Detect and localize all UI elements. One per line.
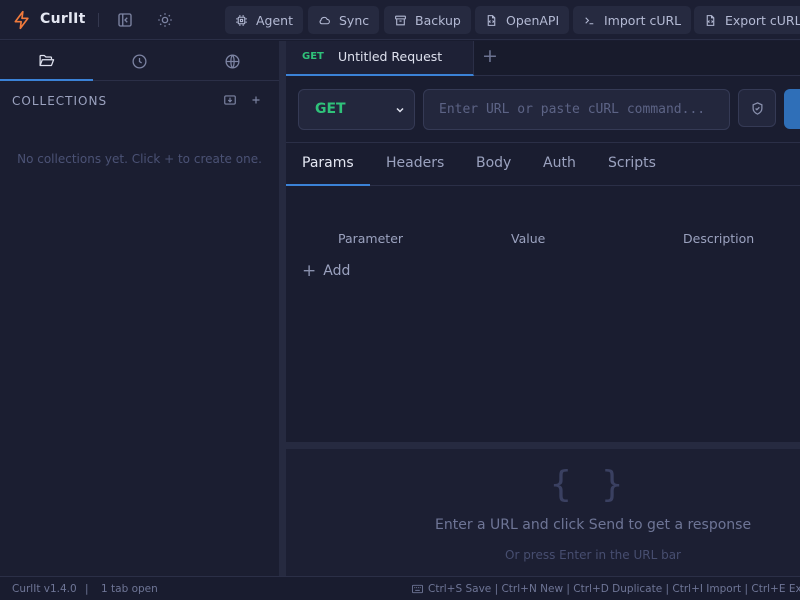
keyboard-shortcuts: Ctrl+S Save | Ctrl+N New | Ctrl+D Duplic…: [428, 583, 800, 595]
new-tab-button[interactable]: +: [482, 45, 498, 67]
agent-label: Agent: [256, 12, 293, 28]
tab-scripts[interactable]: Scripts: [608, 143, 656, 186]
sync-button[interactable]: Sync: [308, 6, 380, 34]
tab-headers[interactable]: Headers: [386, 143, 444, 186]
app-version: CurlIt v1.4.0: [12, 583, 77, 595]
theme-toggle-sun-icon[interactable]: [156, 11, 174, 29]
response-resize-handle[interactable]: [286, 442, 800, 449]
tab-body[interactable]: Body: [476, 143, 511, 186]
folder-open-icon: [39, 54, 55, 66]
terminal-icon: [585, 16, 594, 24]
export-curl-label: Export cURL: [725, 12, 800, 28]
status-separator: |: [85, 583, 89, 595]
openapi-button[interactable]: OpenAPI: [475, 6, 570, 34]
method-select-value: GET: [315, 101, 346, 117]
sidebar-tab-history[interactable]: [93, 41, 186, 81]
export-curl-button[interactable]: Export cURL: [694, 6, 800, 34]
backup-label: Backup: [415, 12, 461, 28]
file-export-icon: [706, 14, 715, 26]
add-param-label: Add: [323, 263, 351, 279]
archive-icon: [395, 15, 406, 25]
top-bar: CurlIt Agent Sync Backup OpenAPI Import …: [0, 0, 800, 40]
params-column-parameter: Parameter: [338, 231, 404, 246]
clock-icon: [132, 53, 147, 69]
request-tab[interactable]: GET Untitled Request: [286, 41, 474, 76]
plus-icon: +: [302, 261, 317, 281]
request-tab-method: GET: [302, 51, 324, 62]
app-name: CurlIt: [40, 11, 86, 27]
agent-button[interactable]: Agent: [225, 6, 303, 34]
tabs-open-count: 1 tab open: [101, 583, 158, 595]
collections-header: COLLECTIONS: [12, 94, 108, 108]
response-empty-hint: Or press Enter in the URL bar: [505, 548, 681, 562]
sidebar-tabs: [0, 41, 279, 81]
cpu-icon: [236, 14, 247, 26]
response-empty-message: Enter a URL and click Send to get a resp…: [435, 517, 752, 533]
send-button[interactable]: [784, 89, 800, 129]
sync-label: Sync: [339, 12, 370, 28]
import-curl-button[interactable]: Import cURL: [573, 6, 692, 34]
openapi-label: OpenAPI: [506, 12, 560, 28]
chevron-down-icon: [396, 107, 404, 113]
cloud-icon: [319, 16, 330, 24]
ssl-settings-button[interactable]: [738, 89, 776, 127]
import-collection-icon[interactable]: [223, 93, 237, 107]
params-column-description: Description: [683, 231, 755, 246]
add-param-button[interactable]: + Add: [302, 261, 350, 281]
method-select[interactable]: GET: [298, 89, 415, 130]
params-column-value: Value: [511, 231, 546, 246]
status-bar: CurlIt v1.4.0 | 1 tab open Ctrl+S Save |…: [0, 576, 800, 600]
sidebar-tab-collections[interactable]: [0, 41, 93, 81]
request-tab-bar: GET Untitled Request +: [286, 41, 800, 76]
sidebar-resize-handle[interactable]: [279, 41, 286, 576]
shield-icon: [752, 101, 762, 115]
braces-icon: { }: [550, 464, 628, 505]
globe-icon: [225, 53, 240, 69]
add-collection-icon[interactable]: [249, 93, 263, 107]
file-code-icon: [487, 14, 496, 26]
collapse-sidebar-icon[interactable]: [116, 11, 134, 29]
sidebar: COLLECTIONS No collections yet. Click + …: [0, 41, 279, 576]
response-panel: { } Enter a URL and click Send to get a …: [286, 449, 800, 576]
request-section-tabs: Params Headers Body Auth Scripts: [286, 142, 800, 186]
backup-button[interactable]: Backup: [384, 6, 471, 34]
keyboard-icon: [412, 584, 423, 594]
main-panel: GET Untitled Request + GET Params Header…: [286, 41, 800, 576]
url-input[interactable]: [423, 89, 730, 130]
sidebar-tab-environments[interactable]: [186, 41, 279, 81]
collections-empty-message: No collections yet. Click + to create on…: [17, 152, 262, 166]
toolbar-divider: [98, 13, 99, 27]
lightning-logo-icon: [14, 10, 29, 30]
tab-params[interactable]: Params: [286, 143, 370, 186]
tab-auth[interactable]: Auth: [543, 143, 576, 186]
import-curl-label: Import cURL: [604, 12, 682, 28]
request-tab-title: Untitled Request: [338, 49, 443, 64]
